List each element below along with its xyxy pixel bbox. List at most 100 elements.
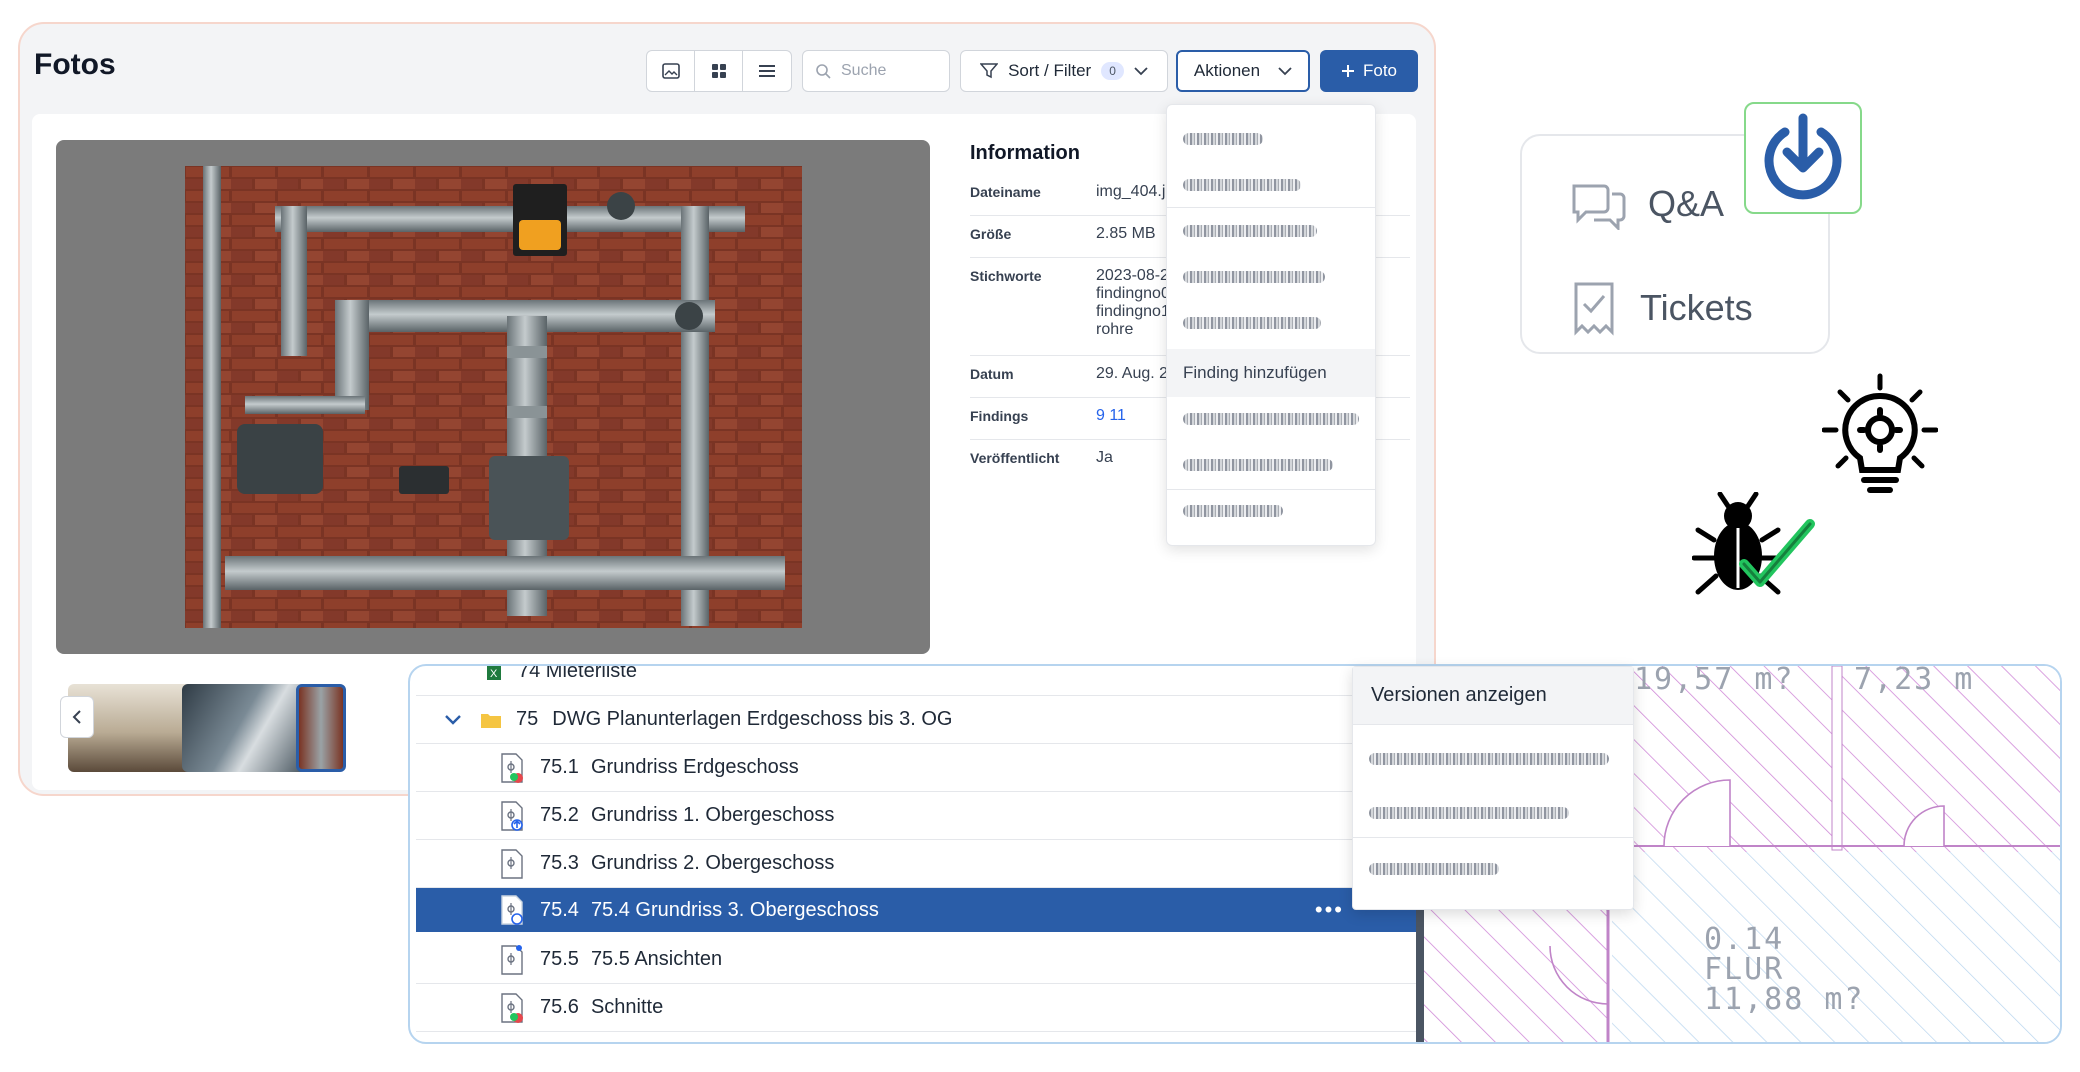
menu-divider [1167,489,1375,490]
ticket-check-icon [1574,282,1614,336]
bug-fixed-icon [1692,492,1815,595]
list-view-button[interactable] [743,51,791,91]
blurred-menu-item[interactable] [1369,807,1569,819]
tree-file-row-selected[interactable]: 75.4 75.4 Grundriss 3. Obergeschoss ••• [416,888,1416,932]
blurred-menu-item[interactable] [1183,413,1359,425]
actions-button[interactable]: Aktionen [1176,50,1310,92]
plan-area-label: 19,57 m? [1634,666,1795,697]
blurred-menu-item[interactable] [1183,225,1317,237]
blurred-menu-item[interactable] [1183,317,1321,329]
tree-file-row[interactable]: 75.5 75.5 Ansichten [416,936,1416,984]
information-heading: Information [970,142,1080,164]
page-title: Fotos [34,48,116,81]
view-mode-toggle [646,50,792,92]
chevron-down-icon [1278,67,1292,76]
blurred-menu-item[interactable] [1369,863,1499,875]
dwg-file-icon [501,848,523,879]
dwg-file-icon [501,944,523,975]
single-view-button[interactable] [647,51,695,91]
filter-count-badge: 0 [1101,62,1124,80]
plus-icon [1341,65,1354,77]
info-label: Dateiname [970,184,1041,200]
image-icon [661,63,680,79]
folder-label: DWG Planunterlagen Erdgeschoss bis 3. OG [552,708,953,730]
chat-bubbles-icon [1572,184,1626,230]
dwg-file-icon [501,895,523,925]
tree-file-row[interactable]: 75.1 Grundriss Erdgeschoss [416,744,1416,792]
grid-view-button[interactable] [695,51,743,91]
more-options-button[interactable]: ••• [1315,897,1344,923]
tree-folder-row[interactable]: 75 DWG Planunterlagen Erdgeschoss bis 3.… [416,696,1416,744]
file-label: Grundriss Erdgeschoss [590,756,799,778]
info-label: Veröffentlicht [970,450,1060,466]
tickets-nav-item[interactable]: Tickets [1570,280,1753,336]
blurred-menu-item[interactable] [1183,505,1283,517]
download-circle-icon [1764,113,1842,200]
search-icon [816,64,831,79]
actions-dropdown-menu: Finding hinzufügen [1166,104,1376,546]
tree-row-label: 74 Mieterliste [518,664,637,682]
search-input[interactable]: Suche [802,50,950,92]
qa-nav-item[interactable]: Q&A [1570,178,1724,230]
folder-number: 75 [516,708,539,730]
file-label: Grundriss 2. Obergeschoss [590,852,835,874]
chevron-down-icon [445,714,461,725]
download-icon[interactable] [1744,102,1862,214]
file-number: 75.2 [540,804,579,826]
actions-label: Aktionen [1193,61,1261,80]
file-number: 75.3 [540,852,579,874]
blurred-menu-item[interactable] [1183,133,1263,145]
file-number: 75.4 [540,898,579,921]
file-label: Schnitte [590,996,664,1018]
show-versions-menu-item[interactable]: Versionen anzeigen [1353,667,1633,725]
info-value: 2.85 MB [1096,225,1156,242]
tree-file-row[interactable]: 75.2 Grundriss 1. Obergeschoss [416,792,1416,840]
file-number: 75.5 [540,948,579,970]
sort-filter-button[interactable]: Sort / Filter 0 [960,50,1168,92]
thumbnail[interactable] [182,684,310,772]
photo-viewer[interactable] [56,140,930,654]
thumbnail-selected[interactable] [296,684,346,772]
info-label: Datum [970,366,1014,382]
document-tree-panel: X 74 Mieterliste 75 DWG Planunterlagen E… [408,664,2062,1044]
chevron-left-icon [72,710,81,724]
blurred-menu-item[interactable] [1183,271,1325,283]
chevron-down-icon [1134,67,1148,76]
info-label: Größe [970,226,1012,242]
add-finding-menu-item[interactable]: Finding hinzufügen [1167,349,1375,397]
add-photo-button[interactable]: Foto [1320,50,1418,92]
tree-file-row[interactable]: 75.6 Schnitte [416,984,1416,1032]
search-placeholder: Suche [841,62,887,79]
tickets-label: Tickets [1640,287,1753,328]
file-label: 75.5 Ansichten [590,948,723,970]
qa-label: Q&A [1648,183,1725,224]
file-number: 75.1 [540,756,579,778]
previous-photo-button[interactable] [60,696,94,738]
info-value: rohre [1096,321,1134,338]
dwg-file-icon [501,752,523,783]
list-icon [759,65,775,77]
plan-area-label: 7,23 m [1854,666,1975,697]
file-label: Grundriss 1. Obergeschoss [590,804,835,826]
dwg-file-upload-icon [501,800,523,831]
info-label: Findings [970,408,1029,424]
add-photo-label: Foto [1362,61,1398,80]
info-label: Stichworte [970,268,1042,284]
file-number: 75.6 [540,996,579,1018]
tree-file-row[interactable]: 75.3 Grundriss 2. Obergeschoss [416,840,1416,888]
dwg-file-icon [501,992,523,1023]
findings-link[interactable]: 9 11 [1096,404,1126,428]
blurred-menu-item[interactable] [1183,459,1333,471]
excel-file-icon: X [487,666,501,680]
tree-row[interactable]: X 74 Mieterliste [416,664,1416,696]
grid-icon [711,64,726,78]
versions-context-menu: Versionen anzeigen [1352,666,1634,910]
folder-icon [481,713,501,728]
blurred-menu-item[interactable] [1183,179,1301,191]
svg-text:X: X [490,668,498,680]
document-tree: X 74 Mieterliste 75 DWG Planunterlagen E… [410,664,1416,1042]
sort-filter-label: Sort / Filter [1008,61,1092,80]
lightbulb-gear-icon [1822,373,1938,493]
blurred-menu-item[interactable] [1369,753,1609,765]
info-value: 29. Aug. 20 [1096,365,1177,382]
